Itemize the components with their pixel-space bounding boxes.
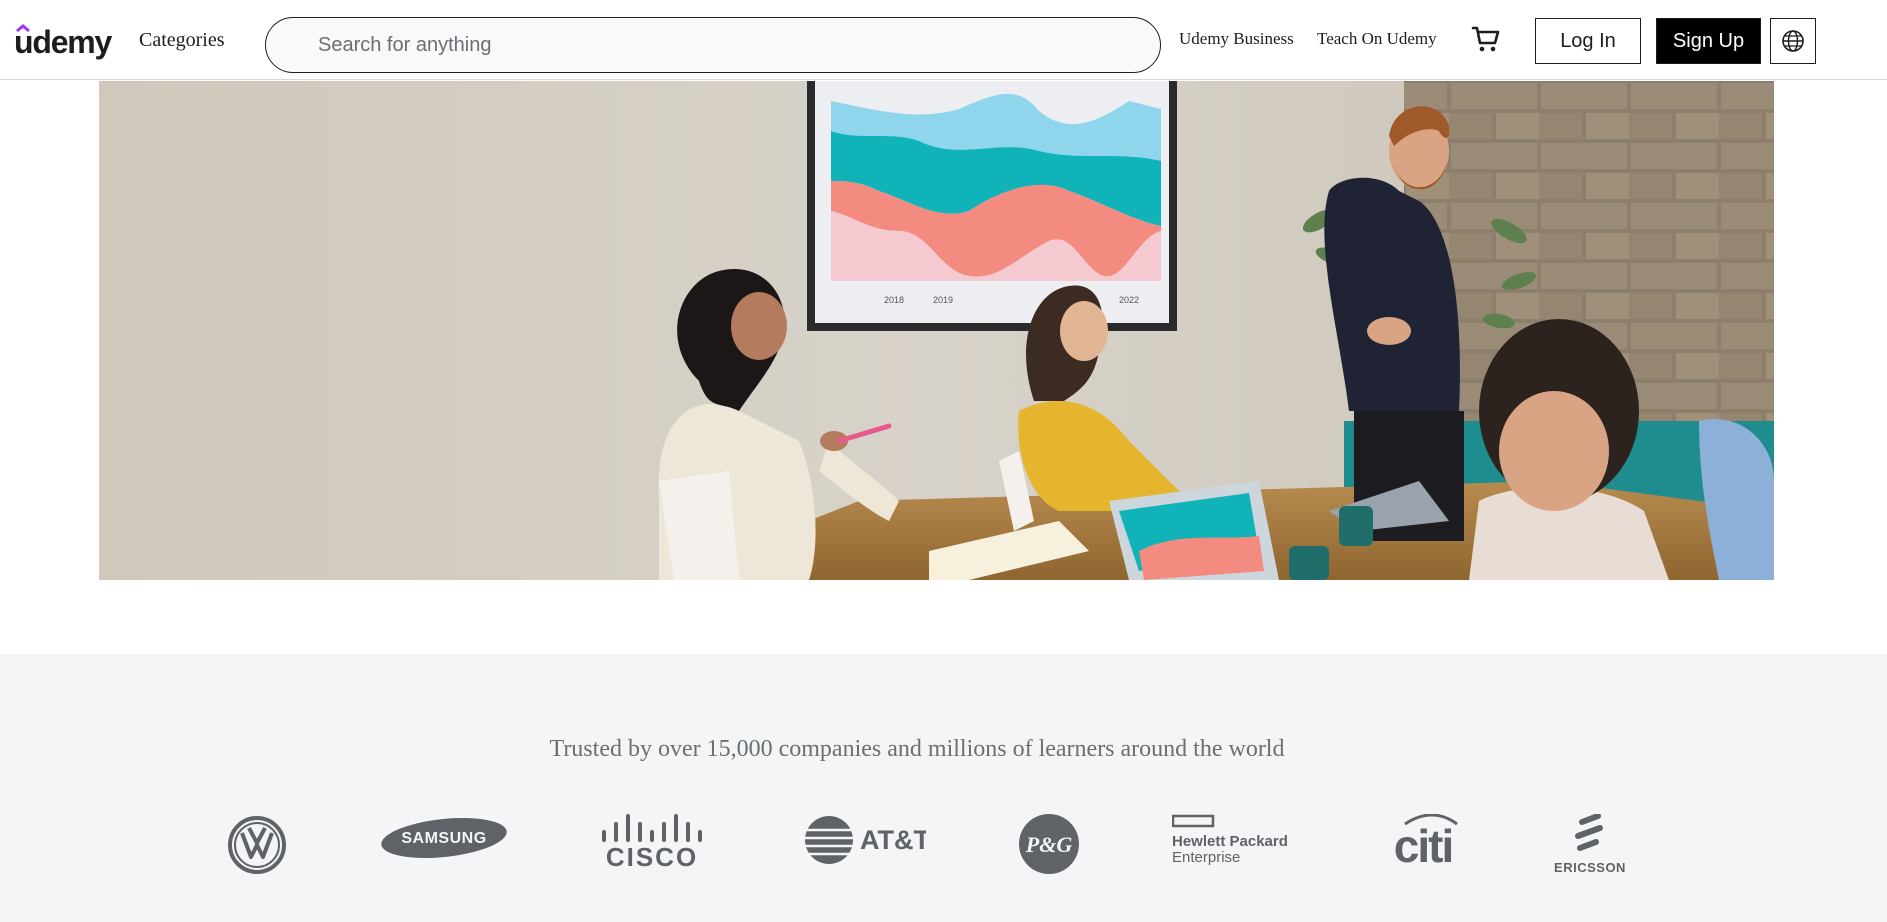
hpe-logo: Hewlett Packard Enterprise bbox=[1172, 814, 1294, 866]
cisco-logo: CISCO bbox=[600, 814, 712, 868]
cart-icon[interactable] bbox=[1470, 23, 1502, 55]
hpe-logo-text-line1: Hewlett Packard bbox=[1172, 833, 1288, 850]
udemy-business-link[interactable]: Udemy Business bbox=[1179, 29, 1294, 49]
search-bar[interactable] bbox=[265, 17, 1161, 73]
chart-year-2022: 2022 bbox=[1119, 295, 1139, 305]
categories-menu[interactable]: Categories bbox=[139, 29, 225, 52]
cisco-logo-text: CISCO bbox=[606, 842, 698, 868]
volkswagen-logo bbox=[227, 815, 287, 875]
samsung-logo-text: SAMSUNG bbox=[401, 830, 486, 847]
globe-icon bbox=[1782, 30, 1804, 52]
ericsson-logo: ERICSSON bbox=[1552, 814, 1628, 876]
trusted-by-section: Trusted by over 15,000 companies and mil… bbox=[0, 654, 1887, 922]
teach-on-udemy-link[interactable]: Teach On Udemy bbox=[1317, 29, 1437, 49]
citi-logo-text: citi bbox=[1394, 820, 1452, 866]
login-button[interactable]: Log In bbox=[1535, 18, 1641, 64]
chart-year-2019: 2019 bbox=[933, 295, 953, 305]
hero-image: 2018 2019 2022 bbox=[99, 81, 1774, 580]
pg-logo-text: P&G bbox=[1025, 832, 1073, 857]
citi-logo: citi bbox=[1383, 814, 1463, 866]
search-input[interactable] bbox=[318, 33, 1160, 57]
language-button[interactable] bbox=[1770, 18, 1816, 64]
trusted-by-text: Trusted by over 15,000 companies and mil… bbox=[549, 736, 1285, 762]
top-header: udemy Categories Udemy Business Teach On… bbox=[0, 0, 1887, 80]
logo-mark-icon bbox=[16, 24, 30, 32]
att-logo-text: AT&T bbox=[860, 825, 926, 855]
udemy-logo[interactable]: udemy bbox=[14, 22, 112, 62]
att-logo: AT&T bbox=[804, 814, 926, 866]
signup-button[interactable]: Sign Up bbox=[1656, 18, 1761, 64]
hpe-logo-text-line2: Enterprise bbox=[1172, 849, 1240, 866]
chart-year-2018: 2018 bbox=[884, 295, 904, 305]
samsung-logo: SAMSUNG bbox=[380, 814, 508, 862]
search-icon[interactable] bbox=[284, 35, 304, 55]
ericsson-logo-text: ERICSSON bbox=[1554, 860, 1626, 875]
pg-logo: P&G bbox=[1018, 813, 1080, 875]
